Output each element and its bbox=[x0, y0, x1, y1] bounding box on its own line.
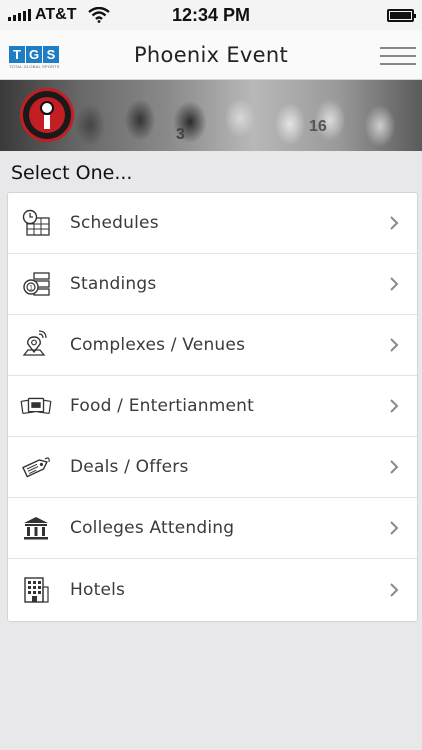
menu-item-hotels[interactable]: Hotels bbox=[8, 559, 417, 620]
hamburger-line bbox=[380, 47, 416, 49]
logo-letter: G bbox=[26, 46, 42, 63]
jersey-number-decoration: 16 bbox=[309, 118, 327, 135]
svg-text:1: 1 bbox=[29, 285, 33, 292]
price-tag-icon bbox=[20, 451, 52, 483]
status-time: 12:34 PM bbox=[171, 4, 251, 25]
menu-item-standings[interactable]: 1 Standings bbox=[8, 254, 417, 315]
menu-item-label: Food / Entertianment bbox=[70, 396, 254, 416]
carrier-name: AT&T bbox=[35, 6, 77, 23]
status-left: AT&T bbox=[8, 6, 148, 24]
club-badge-logo bbox=[20, 88, 74, 142]
menu-item-deals-offers[interactable]: Deals / Offers bbox=[8, 437, 417, 498]
chevron-right-icon bbox=[387, 214, 401, 232]
tickets-icon bbox=[20, 390, 52, 422]
hotel-building-icon bbox=[20, 574, 52, 606]
jersey-number-decoration: 3 bbox=[176, 126, 185, 143]
menu-item-food-entertainment[interactable]: Food / Entertianment bbox=[8, 376, 417, 437]
menu-item-label: Hotels bbox=[70, 579, 126, 600]
menu-item-label: Deals / Offers bbox=[70, 457, 189, 477]
menu-item-schedules[interactable]: Schedules bbox=[8, 193, 417, 254]
status-right bbox=[274, 8, 416, 22]
badge-inner bbox=[29, 97, 65, 133]
menu-item-label: Schedules bbox=[70, 213, 159, 233]
menu-list: Schedules 1 Standings Complexes / Venues… bbox=[7, 192, 418, 622]
hamburger-line bbox=[380, 55, 416, 57]
hamburger-line bbox=[380, 63, 416, 65]
menu-item-label: Complexes / Venues bbox=[70, 335, 246, 355]
page-title: Phoenix Event bbox=[133, 42, 289, 67]
chevron-right-icon bbox=[387, 397, 401, 415]
app-header: T G S TOTAL GLOBAL SPORTS Phoenix Event bbox=[0, 30, 422, 80]
chevron-right-icon bbox=[387, 336, 401, 354]
chevron-right-icon bbox=[387, 458, 401, 476]
college-building-icon bbox=[20, 512, 52, 544]
status-bar: AT&T 12:34 PM bbox=[0, 0, 422, 30]
chevron-right-icon bbox=[387, 275, 401, 293]
chevron-right-icon bbox=[387, 519, 401, 537]
player-figure-icon bbox=[44, 115, 50, 129]
logo-subtitle: TOTAL GLOBAL SPORTS bbox=[9, 64, 60, 69]
standings-icon: 1 bbox=[20, 268, 52, 300]
location-pin-icon bbox=[20, 329, 52, 361]
section-heading: Select One... bbox=[11, 162, 133, 184]
menu-item-label: Standings bbox=[70, 274, 157, 294]
tgs-logo: T G S TOTAL GLOBAL SPORTS bbox=[9, 46, 59, 69]
logo-letter: T bbox=[9, 46, 25, 63]
wifi-icon bbox=[88, 7, 111, 23]
logo-letters: T G S bbox=[9, 46, 59, 63]
menu-item-complexes-venues[interactable]: Complexes / Venues bbox=[8, 315, 417, 376]
logo-letter: S bbox=[43, 46, 59, 63]
menu-item-label: Colleges Attending bbox=[70, 518, 235, 538]
chevron-right-icon bbox=[387, 581, 401, 599]
calendar-clock-icon bbox=[20, 207, 52, 239]
hamburger-menu-button[interactable] bbox=[380, 47, 416, 65]
soccer-ball-icon bbox=[40, 101, 54, 115]
signal-icon bbox=[8, 9, 31, 21]
battery-icon bbox=[386, 8, 416, 22]
menu-item-colleges-attending[interactable]: Colleges Attending bbox=[8, 498, 417, 559]
